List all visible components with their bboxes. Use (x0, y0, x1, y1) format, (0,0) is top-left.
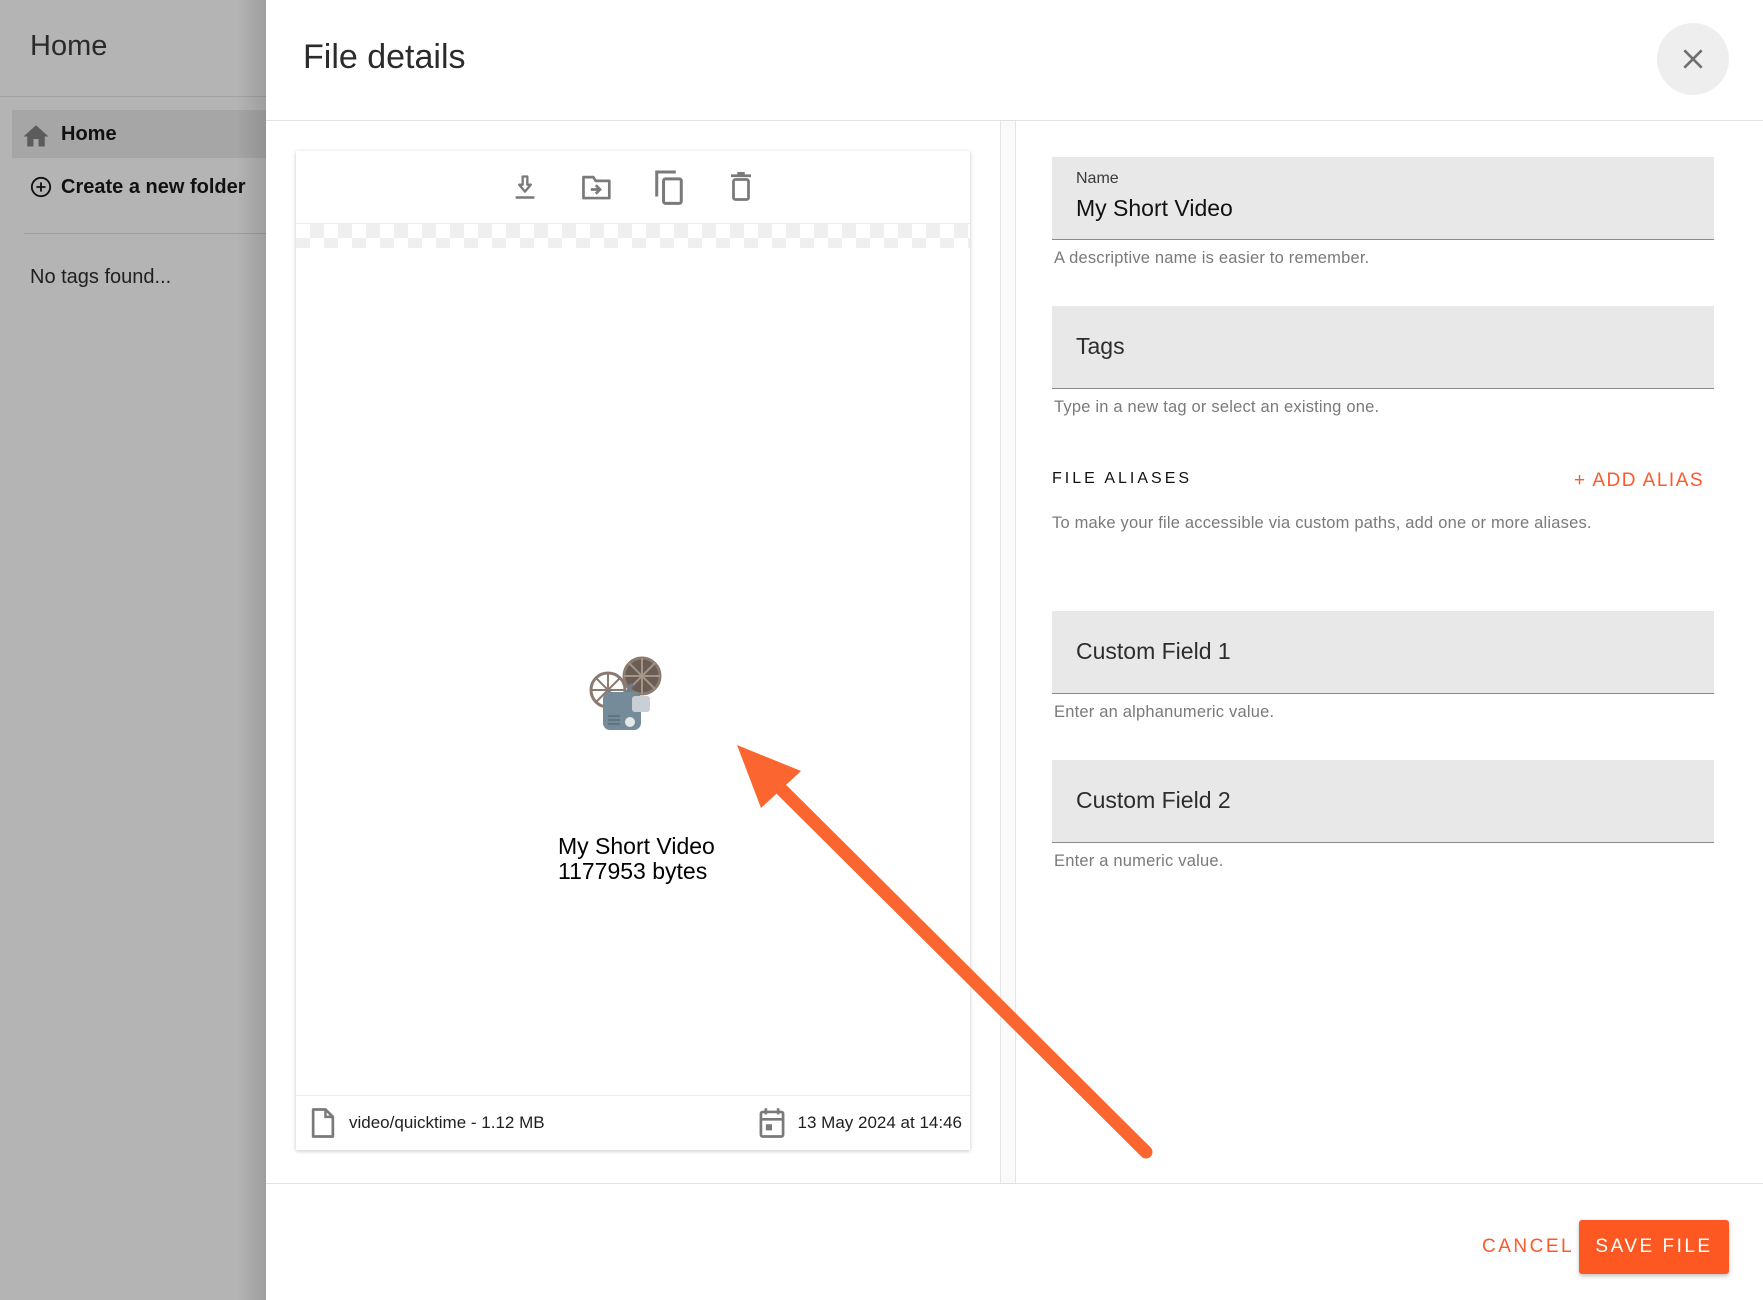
custom-field-1-helper: Enter an alphanumeric value. (1054, 703, 1275, 721)
preview-file-bytes: 1177953 bytes (558, 858, 708, 884)
delete-button[interactable] (723, 169, 759, 205)
file-details-dialog: File details My Short Video 1177953 byte… (266, 0, 1763, 1300)
tags-input[interactable]: Tags (1052, 306, 1714, 389)
custom-field-1-input[interactable]: Custom Field 1 (1052, 611, 1714, 694)
preview-caption: My Short Video 1177953 bytes (558, 834, 715, 884)
copy-button[interactable] (651, 169, 687, 205)
preview-file-name: My Short Video (558, 833, 715, 859)
custom-field-2-helper: Enter a numeric value. (1054, 852, 1224, 870)
sidebar-item-label: Home (61, 122, 117, 145)
custom-field-1-placeholder: Custom Field 1 (1076, 638, 1231, 664)
sidebar-item-create-folder[interactable]: Create a new folder (30, 172, 246, 202)
sidebar-title: Home (30, 30, 108, 62)
name-field-label: Name (1076, 170, 1119, 187)
sidebar-divider (24, 233, 266, 234)
custom-field-2-placeholder: Custom Field 2 (1076, 787, 1231, 813)
modal-shadow (236, 0, 266, 1300)
file-icon (311, 1108, 335, 1138)
tags-placeholder: Tags (1076, 333, 1125, 359)
film-projector-icon (589, 656, 662, 730)
pane-divider (1000, 121, 1016, 1183)
name-helper-text: A descriptive name is easier to remember… (1054, 249, 1370, 267)
add-circle-icon (30, 176, 52, 198)
name-field[interactable]: Name My Short Video (1052, 157, 1714, 240)
home-icon (23, 125, 49, 147)
move-button[interactable] (579, 169, 615, 205)
close-button[interactable] (1657, 23, 1729, 95)
preview-toolbar (296, 151, 970, 224)
sidebar-item-home[interactable]: Home (12, 110, 266, 158)
aliases-help-text: To make your file accessible via custom … (1052, 514, 1592, 532)
preview-footer: video/quicktime - 1.12 MB 13 May 2024 at… (296, 1095, 970, 1150)
close-icon (1683, 49, 1703, 69)
footer-divider (266, 1183, 1763, 1184)
sidebar-item-label: Create a new folder (61, 175, 246, 198)
add-alias-button[interactable]: + ADD ALIAS (1574, 470, 1704, 492)
cancel-button[interactable]: CANCEL (1472, 1220, 1584, 1274)
mime-and-size: video/quicktime - 1.12 MB (349, 1113, 545, 1132)
tags-helper-text: Type in a new tag or select an existing … (1054, 398, 1380, 416)
file-date-meta: 13 May 2024 at 14:46 (758, 1107, 962, 1139)
no-tags-message: No tags found... (30, 266, 172, 288)
sidebar: Home Home Create a new folder No tags fo… (0, 0, 266, 1300)
download-button[interactable] (507, 169, 543, 205)
file-type-meta: video/quicktime - 1.12 MB (309, 1107, 545, 1139)
download-icon (515, 175, 535, 199)
save-file-button[interactable]: SAVE FILE (1579, 1220, 1729, 1274)
file-preview-card: My Short Video 1177953 bytes video/quick… (296, 151, 970, 1150)
custom-field-2-input[interactable]: Custom Field 2 (1052, 760, 1714, 843)
delete-icon (731, 172, 751, 201)
sidebar-divider (0, 96, 266, 97)
dialog-title: File details (303, 38, 466, 76)
copy-icon (655, 170, 683, 205)
calendar-icon (759, 1108, 784, 1138)
name-field-value: My Short Video (1076, 195, 1233, 221)
move-to-folder-icon (582, 175, 611, 200)
upload-date: 13 May 2024 at 14:46 (797, 1113, 962, 1132)
preview-checkerboard: My Short Video 1177953 bytes (296, 224, 970, 884)
file-aliases-heading: FILE ALIASES (1052, 470, 1193, 487)
